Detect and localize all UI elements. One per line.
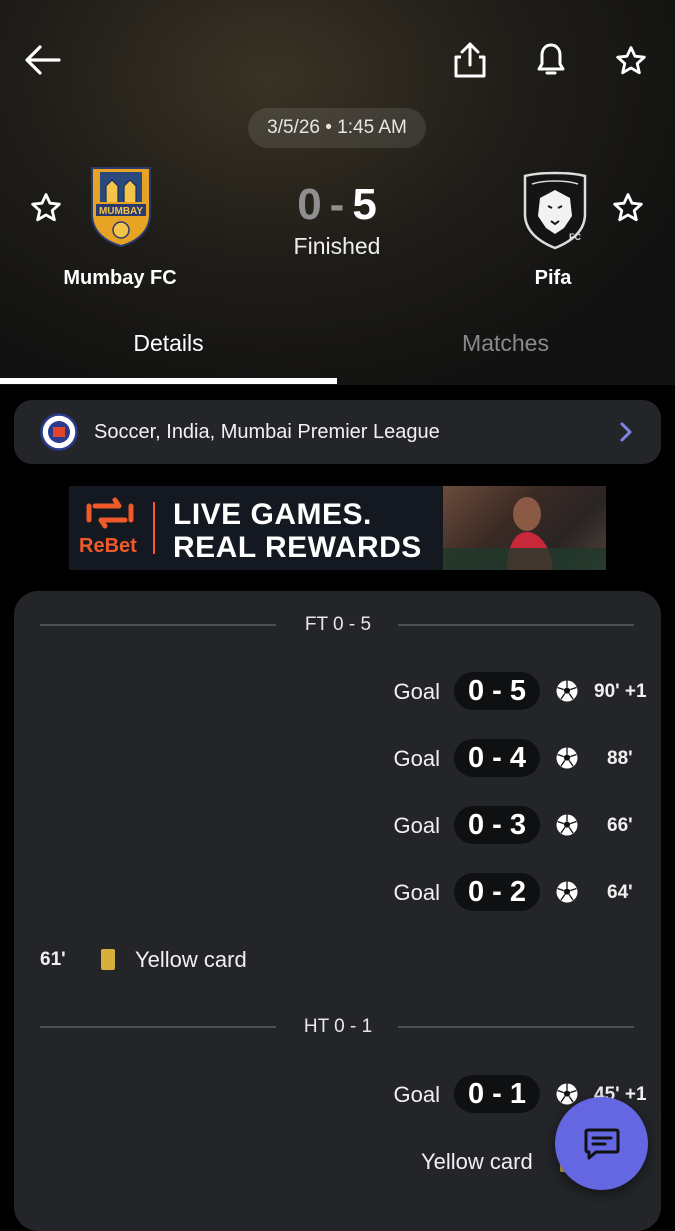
ad-banner[interactable]: ReBet LIVE GAMES. REAL REWARDS	[69, 486, 606, 570]
separator-line	[40, 624, 276, 626]
event-minute: 88'	[607, 748, 633, 769]
star-icon	[616, 46, 646, 75]
bell-icon	[537, 43, 565, 75]
soccer-ball-icon	[556, 680, 578, 702]
event-score: 0 - 4	[454, 739, 540, 777]
star-icon	[613, 193, 643, 222]
ad-headline-2: REAL REWARDS	[173, 531, 422, 564]
league-row[interactable]: Soccer, India, Mumbai Premier League	[14, 400, 661, 464]
share-icon	[454, 42, 486, 78]
event-score: 0 - 2	[454, 873, 540, 911]
event-minute: 90' +1	[594, 681, 647, 702]
chat-icon	[584, 1128, 619, 1159]
event-type: Yellow card	[421, 1149, 533, 1174]
ad-image	[443, 486, 606, 570]
tab-details[interactable]: Details	[0, 330, 337, 357]
arrow-left-icon	[25, 45, 61, 75]
ad-headline-1: LIVE GAMES.	[173, 498, 372, 531]
event-minute: 66'	[607, 815, 633, 836]
active-tab-indicator	[0, 378, 337, 384]
league-name: Soccer, India, Mumbai Premier League	[94, 420, 440, 443]
league-logo	[40, 413, 78, 451]
favorite-match-button[interactable]	[610, 40, 652, 82]
separator-line	[40, 1026, 276, 1028]
tab-matches[interactable]: Matches	[337, 330, 674, 357]
away-team-crest[interactable]: FC	[520, 166, 590, 250]
match-header: 3/5/26 • 1:45 AM MUMBAY Mumbay FC 0-5 Fi…	[0, 0, 675, 385]
match-date: 3/5/26 • 1:45 AM	[248, 108, 426, 148]
event-type: Goal	[393, 1082, 440, 1107]
favorite-away-team-button[interactable]	[608, 188, 648, 228]
chevron-right-icon	[620, 422, 632, 442]
full-time-label: FT 0 - 5	[304, 614, 372, 635]
soccer-ball-icon	[556, 881, 578, 903]
soccer-ball-icon	[556, 747, 578, 769]
svg-text:FC: FC	[569, 232, 581, 242]
soccer-ball-icon	[556, 814, 578, 836]
match-status: Finished	[293, 233, 381, 259]
away-team-name[interactable]: Pifa	[493, 267, 613, 290]
event-minute: 61'	[40, 949, 66, 970]
home-score: 0	[297, 180, 322, 229]
star-icon	[31, 193, 61, 222]
event-type: Goal	[393, 880, 440, 905]
soccer-ball-icon	[556, 1083, 578, 1105]
event-score: 0 - 3	[454, 806, 540, 844]
event-type: Goal	[393, 679, 440, 704]
score-separator: -	[329, 180, 345, 229]
ad-divider	[153, 502, 155, 554]
favorite-home-team-button[interactable]	[26, 188, 66, 228]
separator-line	[398, 1026, 634, 1028]
svg-text:MUMBAY: MUMBAY	[99, 206, 143, 217]
ad-brand: ReBet	[79, 535, 137, 557]
share-button[interactable]	[448, 38, 492, 82]
chat-button[interactable]	[555, 1097, 648, 1190]
home-team-crest[interactable]: MUMBAY	[88, 164, 154, 248]
back-button[interactable]	[20, 38, 66, 82]
away-score: 5	[352, 180, 377, 229]
event-type: Goal	[393, 746, 440, 771]
match-score: 0-5	[237, 180, 437, 230]
event-type: Yellow card	[135, 947, 247, 972]
event-type: Goal	[393, 813, 440, 838]
separator-line	[398, 624, 634, 626]
notification-button[interactable]	[530, 38, 572, 82]
event-score: 0 - 1	[454, 1075, 540, 1113]
event-score: 0 - 5	[454, 672, 540, 710]
half-time-label: HT 0 - 1	[303, 1016, 373, 1037]
event-minute: 64'	[607, 882, 633, 903]
home-team-name[interactable]: Mumbay FC	[40, 267, 200, 290]
yellow-card-icon	[101, 949, 115, 970]
